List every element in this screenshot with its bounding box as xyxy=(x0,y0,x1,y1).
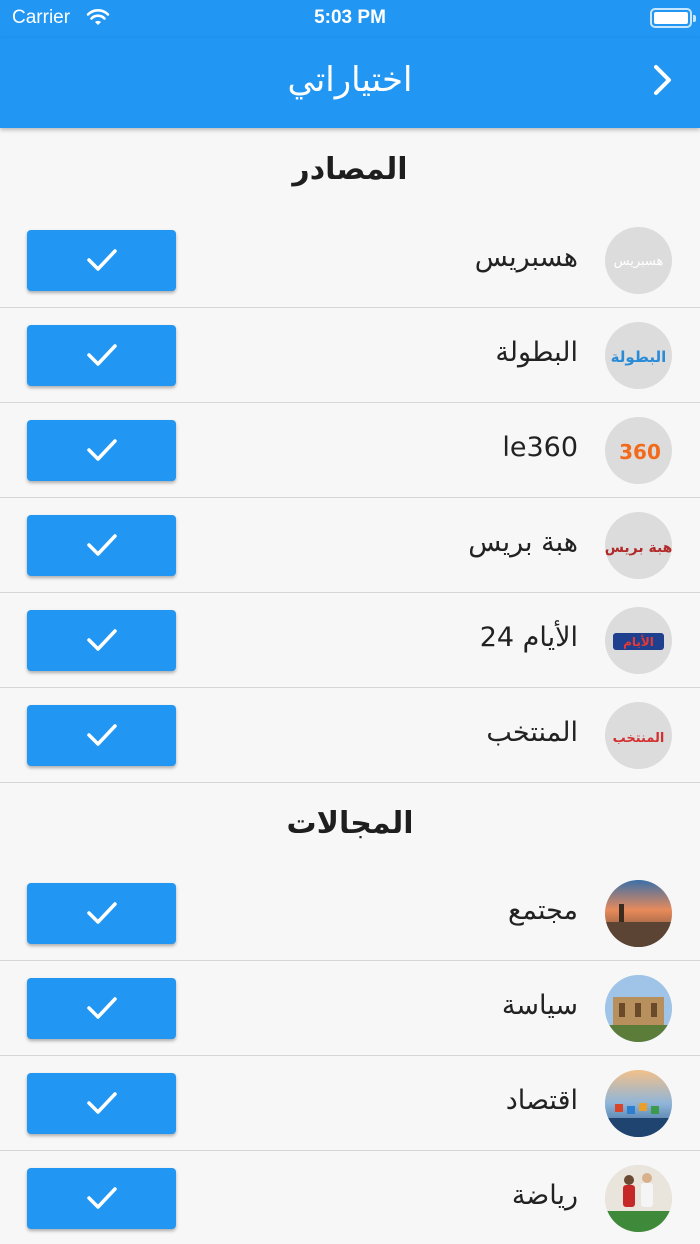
source-row-hespress: هسبريس هسبريس xyxy=(0,213,700,308)
toggle-button[interactable] xyxy=(27,420,176,481)
politics-image xyxy=(605,975,672,1042)
categories-section-title: المجالات xyxy=(286,806,414,841)
svg-text:البطولة: البطولة xyxy=(611,348,667,366)
source-label: le360 xyxy=(502,432,578,463)
category-label: سياسة xyxy=(501,990,578,1021)
chevron-right-icon[interactable] xyxy=(642,60,682,100)
toggle-button[interactable] xyxy=(27,610,176,671)
check-icon xyxy=(87,534,117,556)
toggle-button[interactable] xyxy=(27,883,176,944)
status-bar: Carrier 5:03 PM xyxy=(0,0,700,38)
source-label: هبة بريس xyxy=(468,527,578,558)
svg-text:المنتخب: المنتخب xyxy=(613,731,665,746)
category-label: اقتصاد xyxy=(505,1085,578,1116)
hespress-logo: هسبريس xyxy=(605,227,672,294)
svg-text:هسبريس: هسبريس xyxy=(614,254,664,269)
category-row-politics: سياسة xyxy=(0,961,700,1056)
category-label: مجتمع xyxy=(507,895,578,926)
toggle-button[interactable] xyxy=(27,230,176,291)
svg-text:360: 360 xyxy=(619,440,661,464)
source-label: هسبريس xyxy=(474,242,578,273)
toggle-button[interactable] xyxy=(27,978,176,1039)
toggle-button[interactable] xyxy=(27,705,176,766)
source-label: البطولة xyxy=(495,337,578,368)
almountakhab-logo: المنتخب xyxy=(605,702,672,769)
source-label: الأيام 24 xyxy=(479,622,578,653)
check-icon xyxy=(87,1092,117,1114)
check-icon xyxy=(87,249,117,271)
check-icon xyxy=(87,344,117,366)
svg-text:هبة بريس: هبة بريس xyxy=(605,540,672,556)
source-row-elbotola: البطولة البطولة xyxy=(0,308,700,403)
toggle-button[interactable] xyxy=(27,1073,176,1134)
source-row-hibapress: هبة بريس هبة بريس xyxy=(0,498,700,593)
sports-image xyxy=(605,1165,672,1232)
source-row-almountakhab: المنتخب المنتخب xyxy=(0,688,700,783)
check-icon xyxy=(87,1187,117,1209)
check-icon xyxy=(87,439,117,461)
society-image xyxy=(605,880,672,947)
economy-image xyxy=(605,1070,672,1137)
alayam24-logo: الأيام xyxy=(605,607,672,674)
toggle-button[interactable] xyxy=(27,1168,176,1229)
status-time: 5:03 PM xyxy=(314,7,386,28)
toggle-button[interactable] xyxy=(27,515,176,576)
check-icon xyxy=(87,902,117,924)
toggle-button[interactable] xyxy=(27,325,176,386)
hibapress-logo: هبة بريس xyxy=(605,512,672,579)
battery-icon xyxy=(650,8,696,28)
sources-section-title: المصادر xyxy=(292,152,408,187)
category-row-society: مجتمع xyxy=(0,866,700,961)
check-icon xyxy=(87,629,117,651)
source-row-alayam24: الأيام 24 الأيام xyxy=(0,593,700,688)
category-row-economy: اقتصاد xyxy=(0,1056,700,1151)
page-title: اختياراتي xyxy=(287,60,413,100)
source-label: المنتخب xyxy=(486,717,578,748)
check-icon xyxy=(87,997,117,1019)
elbotola-logo: البطولة xyxy=(605,322,672,389)
category-row-sports: رياضة xyxy=(0,1151,700,1244)
check-icon xyxy=(87,724,117,746)
app-bar: اختياراتي xyxy=(0,38,700,128)
source-row-le360: le360 360 xyxy=(0,403,700,498)
svg-text:الأيام: الأيام xyxy=(623,634,654,650)
le360-logo: 360 xyxy=(605,417,672,484)
category-label: رياضة xyxy=(511,1180,578,1211)
